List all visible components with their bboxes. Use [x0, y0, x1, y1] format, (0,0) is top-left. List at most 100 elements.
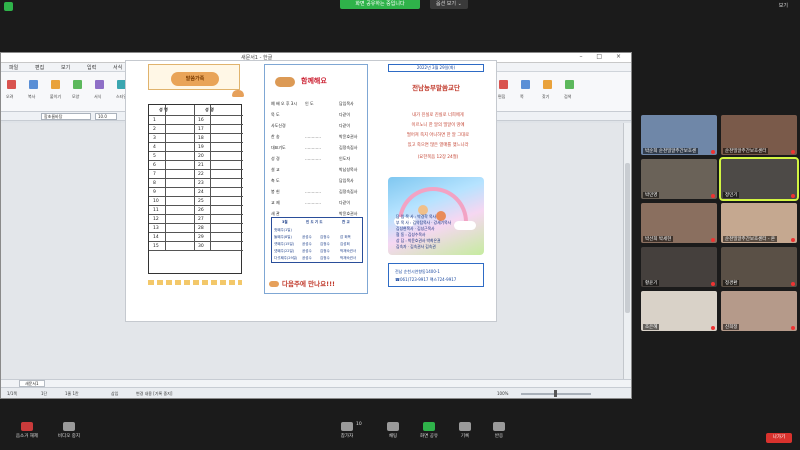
row-number-right: 23 — [198, 181, 204, 186]
address-text: 전남 순천시연향동1400-1 — [395, 269, 440, 274]
ribbon-label-0: 오려 — [6, 94, 14, 99]
leave-button[interactable]: 나가기 — [766, 433, 792, 443]
ribbon-icon-18[interactable] — [543, 80, 552, 89]
participant-name: 정경환 — [723, 280, 740, 286]
status-change[interactable]: 변경 내용 [기록 중지] — [136, 391, 172, 397]
participant-tile[interactable]: 정경환 — [721, 247, 797, 287]
document-tab[interactable]: 새문서1 — [19, 380, 45, 387]
font-name-select[interactable]: 함초롬바탕 — [41, 113, 91, 120]
menu-item-2[interactable]: 보기 — [61, 64, 70, 71]
table-row: 12 27 — [149, 214, 243, 223]
ribbon-icon-1[interactable] — [29, 80, 38, 89]
participant-name: 박선희 박세현 — [643, 236, 674, 242]
zoom-slider-knob[interactable] — [554, 390, 557, 397]
table-row: 7 22 — [149, 169, 243, 178]
muted-mic-icon — [791, 150, 795, 154]
view-button[interactable]: 보기 — [779, 2, 788, 9]
order-item: 묵 도 — [271, 112, 280, 117]
ribbon-icon-2[interactable] — [51, 80, 60, 89]
smile-icon — [493, 422, 505, 431]
status-line: 1줄 1칸 — [65, 391, 79, 396]
participant-tile[interactable]: 신희정 — [721, 291, 797, 331]
participant-name: 정민기 — [723, 192, 740, 198]
ribbon-label-19: 검색 — [564, 94, 572, 99]
duty-cell: 박재숙권사 — [340, 249, 357, 253]
menu-item-4[interactable]: 서식 — [113, 64, 122, 71]
date-box: 2022년 3월 29일(화) — [388, 64, 484, 72]
status-bar: 1/1쪽 1단 1줄 1칸 삽입 변경 내용 [기록 중지] 100% — [1, 387, 631, 398]
row-number-left: 4 — [153, 145, 156, 150]
participant-name: 박순희 순천밀알주간보호센 — [643, 148, 699, 154]
duty-cell: 김정수 — [320, 249, 330, 253]
phone-text: ☎061)723-9917 팩스724-9917 — [395, 277, 457, 282]
ribbon-label-3: 모양 — [72, 94, 80, 99]
table-row: 13 28 — [149, 223, 243, 232]
staff-line: 김숙자 · 김숙권사 김숙권 — [396, 244, 436, 249]
worship-order-panel: 함께해요 3월 인 도 기 도찬 교 첫째주(1일) 둘째주(8일) 공성수 김정수 감 희… — [264, 64, 368, 294]
cloud-shape — [454, 221, 476, 230]
reactions-button[interactable]: 반응 — [474, 422, 524, 439]
cover-panel: 2022년 3월 29일(화) 전남농부말씀교단 (요한복음 12장 24절) … — [384, 64, 488, 294]
ribbon-icon-19[interactable] — [565, 80, 574, 89]
participants-button[interactable]: 참가자 — [322, 422, 372, 439]
participant-tile[interactable]: 박순희 순천밀알주간보호센 — [641, 115, 717, 155]
muted-mic-icon — [791, 194, 795, 198]
duty-cell: 김정수 — [320, 242, 330, 246]
menu-item-3[interactable]: 입력 — [87, 64, 96, 71]
participant-tile[interactable]: 순천밀알주간보호센터 - 온 — [721, 203, 797, 243]
ribbon-icon-17[interactable] — [521, 80, 530, 89]
microphone-icon — [21, 422, 33, 431]
duty-header: 인 도 기 도 — [306, 220, 323, 224]
duty-cell: 김정수 — [320, 235, 330, 239]
order-dots: ………… — [305, 189, 321, 194]
order-dots: ………… — [305, 200, 321, 205]
participant-name: 황윤기 — [643, 280, 660, 286]
row-number-left: 15 — [153, 244, 159, 249]
participant-tile[interactable]: 순천밀알주간보호센터 — [721, 115, 797, 155]
order-dots: ………… — [305, 145, 321, 150]
share-icon — [423, 422, 435, 431]
font-size-select[interactable]: 10.0 — [95, 113, 117, 120]
table-row: 14 29 — [149, 232, 243, 241]
row-number-right: 21 — [198, 163, 204, 168]
row-number-left: 7 — [153, 172, 156, 177]
participant-tile[interactable]: 박선희 박세현 — [641, 203, 717, 243]
table-row: 5 20 — [149, 151, 243, 160]
table-row: 6 21 — [149, 160, 243, 169]
order-leader: 박남성목사 — [339, 167, 358, 172]
window-controls[interactable]: – □ × — [579, 53, 627, 60]
order-leader: 담임목사 — [339, 178, 354, 183]
menu-item-0[interactable]: 파일 — [9, 64, 18, 71]
status-page: 1/1쪽 — [7, 391, 18, 396]
view-options-button[interactable]: 옵션 보기 ⌄ — [430, 0, 468, 9]
video-button[interactable]: 비디오 중지 — [44, 422, 94, 439]
participant-name: 박민영 — [643, 192, 660, 198]
participant-name: 순천밀알주간보호센터 — [723, 148, 769, 154]
table-row: 15 30 — [149, 241, 243, 250]
participant-tile[interactable]: 조은혜 — [641, 291, 717, 331]
table-row: 9 24 — [149, 187, 243, 196]
participant-tile[interactable]: 황윤기 — [641, 247, 717, 287]
ribbon-icon-4[interactable] — [95, 80, 104, 89]
ribbon-label-18: 찾기 — [542, 94, 550, 99]
bun-icon — [269, 281, 279, 287]
vertical-scrollbar[interactable] — [623, 123, 631, 379]
document-page[interactable]: 말씀가족 성 명 성 명 1 16 2 17 3 18 4 19 5 20 6 21 7 22 8 23 9 24… — [125, 60, 497, 322]
participant-tile[interactable]: 박민영 — [641, 159, 717, 199]
scrollbar-thumb[interactable] — [625, 163, 630, 313]
shield-icon[interactable] — [4, 2, 13, 11]
attendance-panel: 말씀가족 성 명 성 명 1 16 2 17 3 18 4 19 5 20 6 21 7 22 8 23 9 24… — [144, 64, 248, 290]
zoom-toolbar: 음소거 해제 비디오 중지 참가자 채팅 화면 공유 기록 반응 10 — [0, 420, 800, 450]
ribbon-icon-0[interactable] — [7, 80, 16, 89]
order-leader: 인도자 — [339, 156, 351, 161]
menu-item-1[interactable]: 편집 — [35, 64, 44, 71]
row-number-left: 5 — [153, 154, 156, 159]
ribbon-icon-16[interactable] — [499, 80, 508, 89]
participant-tile[interactable]: 정민기 — [719, 157, 799, 201]
duty-header: 3월 — [282, 220, 288, 224]
ribbon-label-1: 복사 — [28, 94, 36, 99]
share-banner[interactable]: 화면 공유하는 중입니다 — [340, 0, 420, 9]
duty-cell: 공성수 — [302, 256, 312, 260]
muted-mic-icon — [791, 282, 795, 286]
ribbon-icon-3[interactable] — [73, 80, 82, 89]
